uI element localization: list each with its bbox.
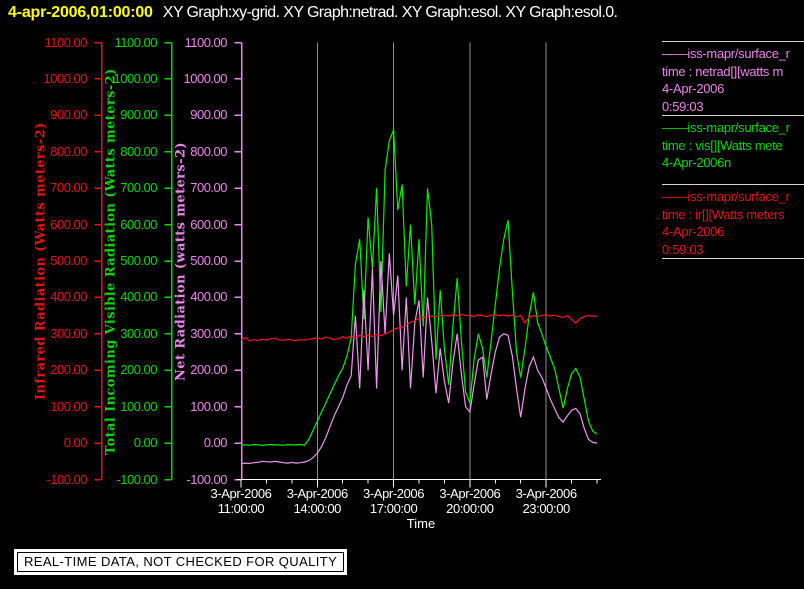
legend-entry-line: 0:59:03 — [662, 241, 704, 257]
legend-entry-line: ——iss-mapr/surface_r — [662, 189, 790, 204]
legend-separator — [662, 258, 804, 259]
y-axis-title-net: Net Radiation (watts meters-2) — [173, 142, 189, 381]
series-vis-line — [241, 129, 598, 446]
legend-entry-vis: ——iss-mapr/surface_rtime : vis[][Watts m… — [662, 116, 804, 184]
legend-entry-line: ——iss-mapr/surface_r — [662, 120, 790, 135]
legend-entry-line: time : vis[][Watts mete — [662, 137, 783, 153]
x-tick-time: 23:00:00 — [522, 501, 570, 516]
legend-entry-ir: ——iss-mapr/surface_rtime : ir[][Watts me… — [662, 185, 804, 258]
legend-entry-line: 4-Apr-2006 — [662, 81, 725, 96]
quality-disclaimer: REAL-TIME DATA, NOT CHECKED FOR QUALITY — [13, 549, 348, 575]
legend-entry-line: time : ir[][Watts meters — [662, 206, 785, 222]
x-tick-label: 3-Apr-2006 23:00:00 — [501, 486, 591, 516]
x-tick-date: 3-Apr-2006 — [515, 486, 577, 501]
legend-entry-line: ——iss-mapr/surface_r — [662, 46, 790, 61]
legend-entry-netrad: ——iss-mapr/surface_rtime : netrad[][watt… — [662, 42, 804, 115]
y-axis-title-infrared: Infrared Radiation (Watts meters-2) — [33, 122, 49, 401]
legend: ——iss-mapr/surface_rtime : netrad[][watt… — [662, 41, 804, 259]
legend-entry-line: 4-Apr-2006n — [662, 155, 731, 170]
x-axis-title: Time — [406, 516, 436, 531]
legend-entry-line: 4-Apr-2006 — [662, 224, 725, 239]
series-ir-line — [240, 313, 598, 342]
legend-entry-line: time : netrad[][watts m — [662, 63, 783, 79]
series-netrad-line — [240, 253, 598, 465]
legend-entry-line: 0:59:03 — [662, 98, 704, 114]
y-axis-title-visible: Total Incoming Visible Radiation (Watts … — [103, 68, 119, 455]
